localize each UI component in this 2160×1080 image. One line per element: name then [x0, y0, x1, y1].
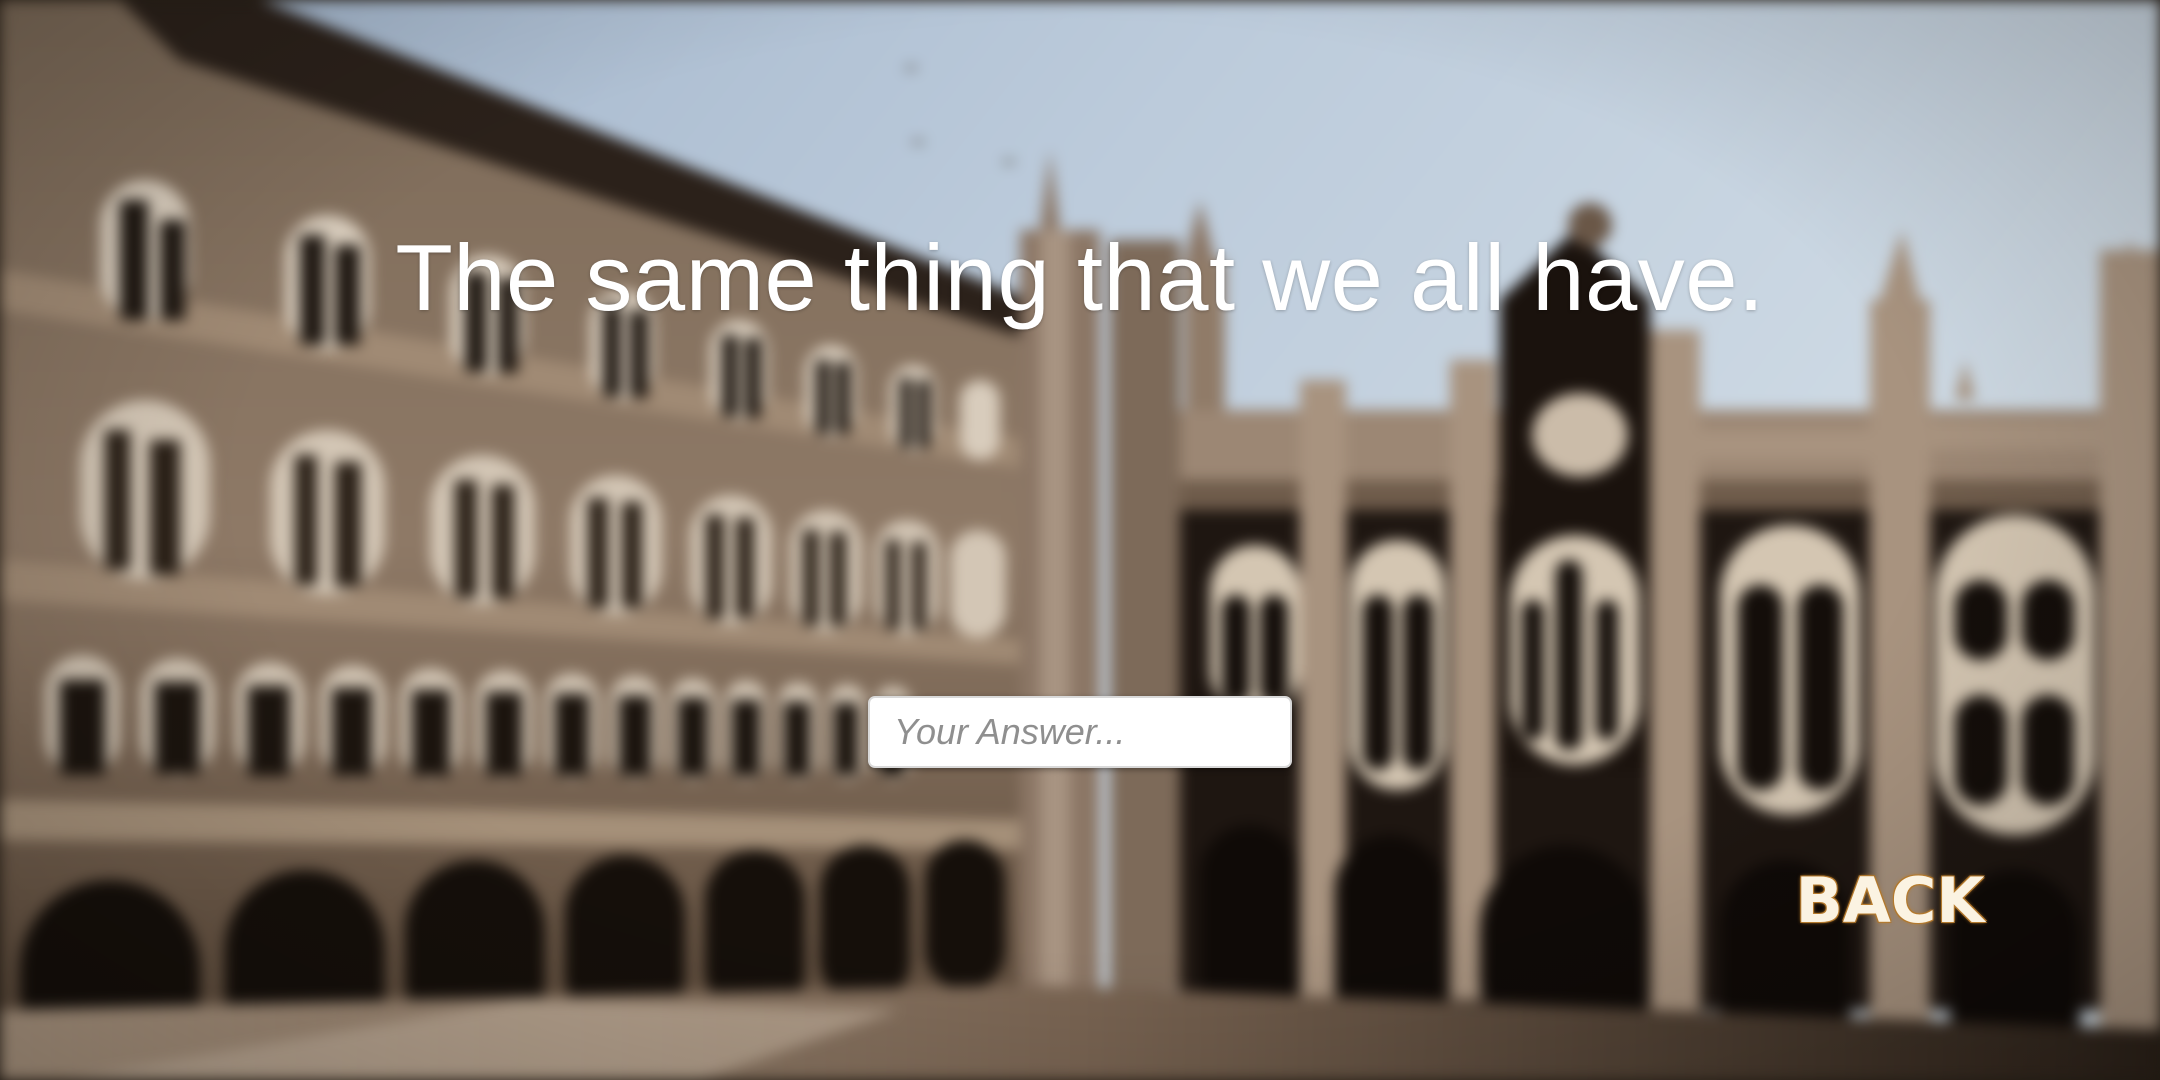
- question-text: The same thing that we all have.: [395, 225, 1765, 330]
- answer-input[interactable]: [868, 696, 1292, 768]
- back-button[interactable]: BACK: [1790, 866, 1990, 936]
